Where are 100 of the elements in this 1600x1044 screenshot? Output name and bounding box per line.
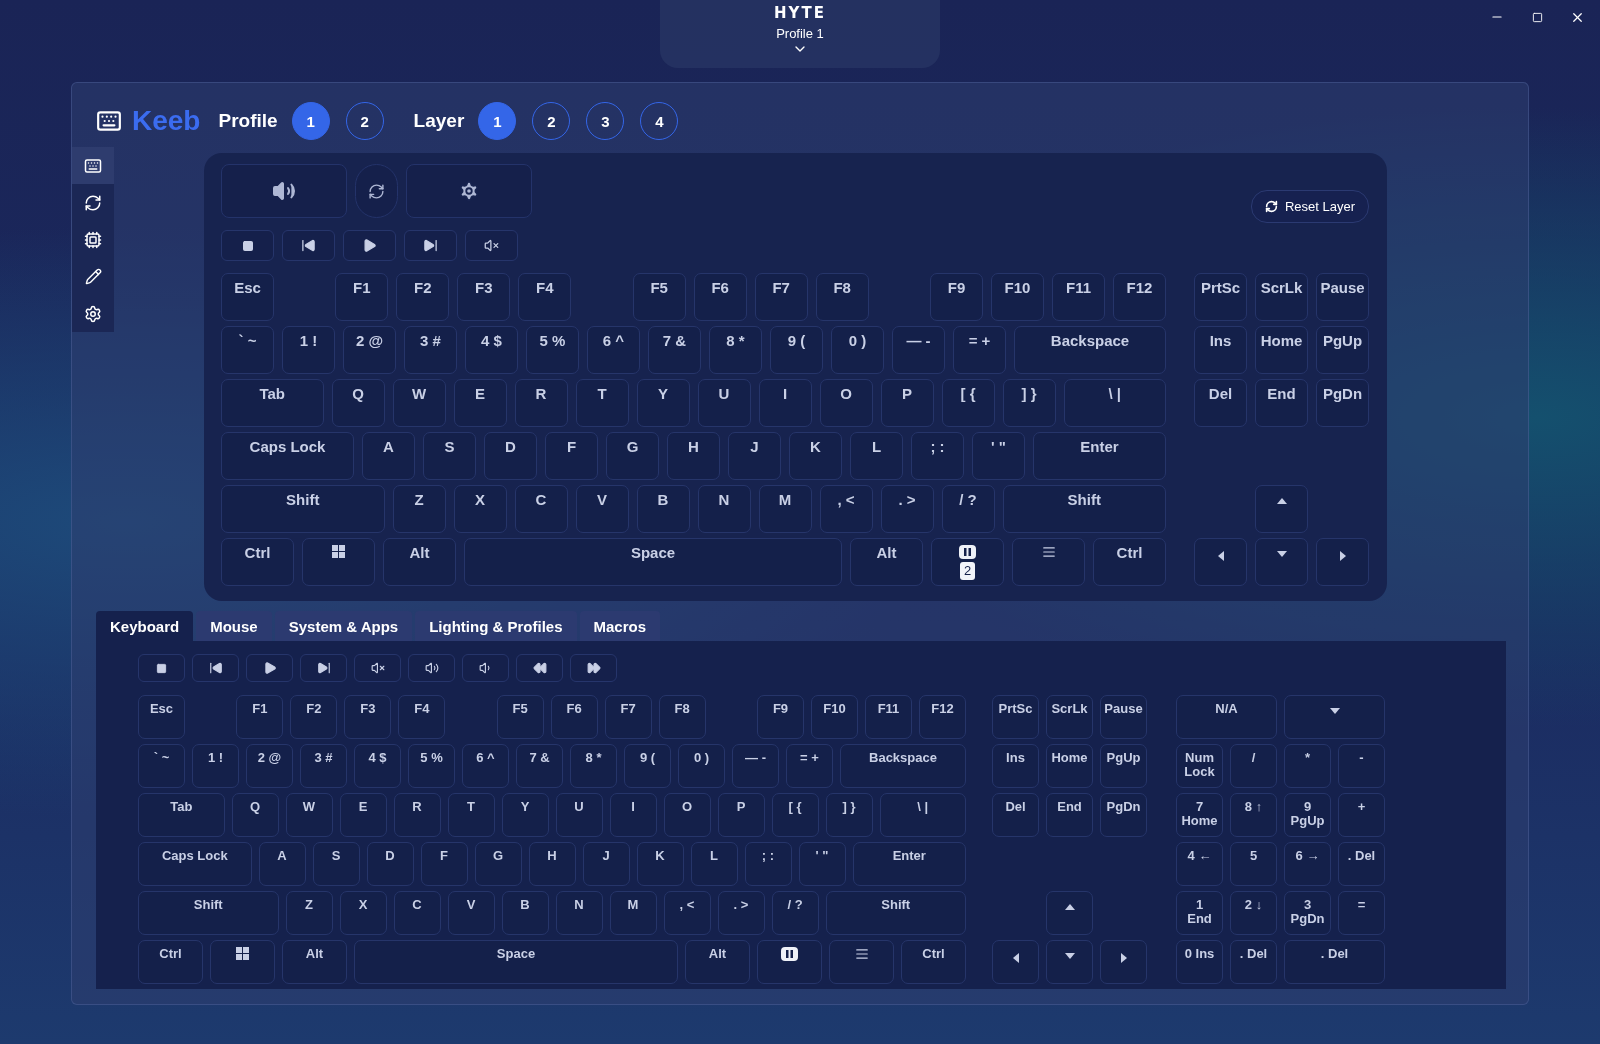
key-cap[interactable]: 3 PgDn xyxy=(1284,891,1331,935)
media-key[interactable] xyxy=(343,230,396,261)
key-cap[interactable]: Del xyxy=(1194,379,1247,427)
key-cap[interactable]: F2 xyxy=(290,695,338,739)
key-cap[interactable]: C xyxy=(393,891,441,935)
key-cap[interactable]: End xyxy=(1255,379,1308,427)
key-cap[interactable]: R xyxy=(393,793,441,837)
key-cap[interactable]: A xyxy=(362,432,415,480)
key-cap[interactable]: K xyxy=(636,842,684,886)
key-cap[interactable]: ; : xyxy=(911,432,964,480)
key-cap[interactable]: \ | xyxy=(879,793,966,837)
key-cap[interactable]: F7 xyxy=(754,273,808,321)
key-cap[interactable]: 0 ) xyxy=(678,744,725,788)
key-cap[interactable]: I xyxy=(609,793,657,837)
key-cap[interactable]: M xyxy=(609,891,657,935)
key-cap[interactable]: 9 PgUp xyxy=(1284,793,1331,837)
key-cap[interactable]: - xyxy=(1338,744,1385,788)
key-cap[interactable]: Q xyxy=(331,379,385,427)
key-cap[interactable]: Esc xyxy=(138,695,185,739)
key-cap[interactable]: / xyxy=(1230,744,1277,788)
key-cap[interactable]: T xyxy=(575,379,629,427)
media-key[interactable] xyxy=(408,654,455,682)
key-cap[interactable]: Backspace xyxy=(840,744,966,788)
key-cap[interactable]: F5 xyxy=(496,695,544,739)
key-cap[interactable]: Ctrl xyxy=(901,940,966,984)
key-cap[interactable]: J xyxy=(582,842,630,886)
key-cap[interactable]: F12 xyxy=(919,695,966,739)
key-cap[interactable]: Tab xyxy=(221,379,324,427)
key-cap[interactable]: 5 % xyxy=(408,744,455,788)
key-cap[interactable]: Caps Lock xyxy=(138,842,252,886)
media-tile[interactable] xyxy=(221,164,347,218)
key-cap[interactable]: W xyxy=(285,793,333,837)
key-cap[interactable]: PgUp xyxy=(1316,326,1369,374)
key-cap[interactable]: R xyxy=(514,379,568,427)
key-cap[interactable]: 2 xyxy=(931,538,1004,586)
key-cap[interactable]: F1 xyxy=(236,695,284,739)
key-cap[interactable]: 7 & xyxy=(648,326,701,374)
key-cap[interactable]: D xyxy=(366,842,414,886)
key-cap[interactable]: 0 ) xyxy=(831,326,884,374)
key-cap[interactable]: Q xyxy=(231,793,279,837)
key-cap[interactable]: PgDn xyxy=(1100,793,1147,837)
key-cap[interactable]: N xyxy=(697,485,751,533)
key-cap[interactable] xyxy=(757,940,822,984)
key-cap[interactable]: Pause xyxy=(1100,695,1147,739)
sidebar-item[interactable] xyxy=(72,184,114,221)
key-cap[interactable]: + xyxy=(1338,793,1385,837)
key-cap[interactable]: PgDn xyxy=(1316,379,1369,427)
category-tab[interactable]: Macros xyxy=(579,611,661,641)
key-cap[interactable]: F11 xyxy=(1052,273,1105,321)
key-cap[interactable]: Esc xyxy=(221,273,274,321)
key-cap[interactable]: ScrLk xyxy=(1255,273,1308,321)
key-cap[interactable]: PrtSc xyxy=(1194,273,1247,321)
key-cap[interactable]: Ins xyxy=(992,744,1039,788)
key-cap[interactable]: F xyxy=(545,432,598,480)
key-cap[interactable]: F1 xyxy=(335,273,389,321)
key-cap[interactable]: Caps Lock xyxy=(221,432,354,480)
key-cap[interactable]: T xyxy=(447,793,495,837)
key-cap[interactable]: ] } xyxy=(1002,379,1056,427)
key-cap[interactable]: Del xyxy=(992,793,1039,837)
key-cap[interactable]: ' " xyxy=(798,842,846,886)
key-cap[interactable]: F5 xyxy=(632,273,686,321)
key-cap[interactable]: 5 % xyxy=(526,326,579,374)
key-cap[interactable]: = + xyxy=(953,326,1006,374)
key-cap[interactable]: 8 ↑ xyxy=(1230,793,1277,837)
key-cap[interactable]: Alt xyxy=(685,940,750,984)
category-tab[interactable]: Lighting & Profiles xyxy=(415,611,577,641)
key-cap[interactable]: F12 xyxy=(1113,273,1166,321)
media-key[interactable] xyxy=(516,654,563,682)
key-cap[interactable]: 7 Home xyxy=(1176,793,1223,837)
key-cap[interactable]: 5 xyxy=(1230,842,1277,886)
key-cap[interactable]: F9 xyxy=(757,695,804,739)
key-cap[interactable]: A xyxy=(258,842,306,886)
key-cap[interactable]: W xyxy=(392,379,446,427)
key-cap[interactable]: ] } xyxy=(825,793,873,837)
media-key[interactable] xyxy=(300,654,347,682)
key-cap[interactable]: [ { xyxy=(771,793,819,837)
key-cap[interactable]: . > xyxy=(717,891,765,935)
key-cap[interactable]: B xyxy=(636,485,690,533)
profile-switcher[interactable]: HYTE Profile 1 xyxy=(660,0,940,68)
key-cap[interactable]: Z xyxy=(392,485,446,533)
key-cap[interactable]: F4 xyxy=(518,273,572,321)
reset-layer-button[interactable]: Reset Layer xyxy=(1250,190,1369,223)
media-key[interactable] xyxy=(246,654,293,682)
key-cap[interactable]: Shift xyxy=(825,891,966,935)
key-cap[interactable]: P xyxy=(717,793,765,837)
media-tile[interactable] xyxy=(406,164,532,218)
key-cap[interactable]: Space xyxy=(354,940,678,984)
key-cap[interactable]: 9 ( xyxy=(770,326,823,374)
key-cap[interactable]: 7 & xyxy=(516,744,563,788)
key-cap[interactable]: V xyxy=(575,485,629,533)
key-cap[interactable]: E xyxy=(453,379,507,427)
key-cap[interactable]: Space xyxy=(464,538,842,586)
key-cap[interactable]: Pause xyxy=(1316,273,1369,321)
key-cap[interactable]: Alt xyxy=(383,538,456,586)
key-cap[interactable]: Shift xyxy=(138,891,279,935)
media-key[interactable] xyxy=(221,230,274,261)
key-cap[interactable]: Shift xyxy=(1002,485,1166,533)
key-cap[interactable]: Ctrl xyxy=(138,940,203,984)
key-cap[interactable]: 8 * xyxy=(709,326,762,374)
key-cap[interactable]: . > xyxy=(880,485,934,533)
